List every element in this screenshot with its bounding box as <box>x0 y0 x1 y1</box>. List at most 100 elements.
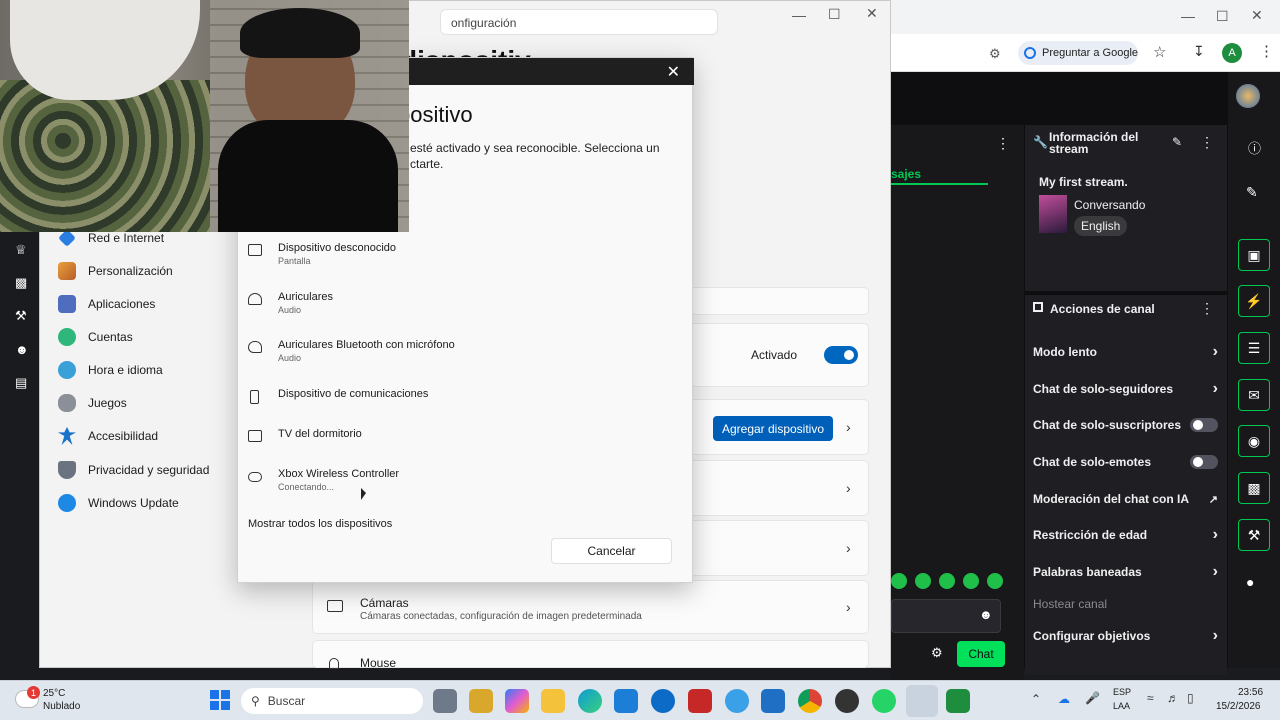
subscribers-only-toggle[interactable] <box>1190 418 1218 432</box>
minimize-icon[interactable]: — <box>1181 8 1195 24</box>
action-slow-mode[interactable]: Modo lento › <box>1033 340 1218 364</box>
device-item[interactable]: Auriculares Bluetooth con micrófono Audi… <box>248 339 678 375</box>
mcafee-icon[interactable] <box>688 689 712 713</box>
pencil-icon[interactable]: ✎ <box>1172 135 1182 149</box>
shapes-icon[interactable]: ● <box>1246 574 1254 590</box>
chat-tab-label[interactable]: sajes <box>891 167 921 181</box>
battery-icon[interactable]: ▯ <box>1187 691 1194 705</box>
gear-icon[interactable]: ⚙ <box>931 645 943 661</box>
star-icon[interactable]: ☆ <box>1153 43 1166 61</box>
weather-app-icon[interactable] <box>725 689 749 713</box>
obs-icon[interactable] <box>835 689 859 713</box>
weather-desc[interactable]: Nublado <box>43 701 80 712</box>
info-icon[interactable]: ⓘ <box>1248 138 1261 157</box>
action-goals[interactable]: Configurar objetivos › <box>1033 624 1218 648</box>
menu-dots-icon[interactable]: ⋮ <box>1259 42 1274 60</box>
device-item[interactable]: TV del dormitorio <box>248 428 678 464</box>
whatsapp-icon[interactable] <box>872 689 896 713</box>
file-explorer-icon[interactable] <box>541 689 565 713</box>
menu-dots-icon[interactable]: ⋮ <box>1200 134 1214 151</box>
action-emotes-only: Chat de solo-emotes <box>1033 450 1218 474</box>
settings-app-icon[interactable] <box>906 685 938 717</box>
close-icon[interactable]: ✕ <box>667 62 680 82</box>
emoji-icon[interactable]: ☻ <box>979 607 993 622</box>
close-icon[interactable]: ✕ <box>866 5 878 22</box>
windows-start-icon[interactable] <box>210 690 230 710</box>
action-age-restriction[interactable]: Restricción de edad › <box>1033 523 1218 547</box>
chevron-right-icon[interactable]: › <box>846 419 851 435</box>
add-device-button[interactable]: Agregar dispositivo <box>713 416 833 441</box>
action-ai-moderation[interactable]: Moderación del chat con IA ↗ <box>1033 487 1218 511</box>
emote-icon[interactable] <box>987 573 1003 589</box>
wrench-icon[interactable]: ⚒ <box>1238 519 1270 551</box>
hp-icon[interactable] <box>651 689 675 713</box>
clock-time[interactable]: 23:56 <box>1238 687 1263 698</box>
key-icon[interactable]: ⚙ <box>989 46 1001 62</box>
taskbar-search-input[interactable]: ⚲ Buscar <box>241 688 423 714</box>
weather-temp[interactable]: 25°C <box>43 688 65 699</box>
store-icon[interactable] <box>614 689 638 713</box>
language-tag[interactable]: English <box>1074 216 1128 236</box>
settings-search-input[interactable]: onfiguración <box>440 9 718 35</box>
action-banned-words[interactable]: Palabras baneadas › <box>1033 560 1218 584</box>
globe-clock-icon <box>58 361 76 379</box>
volume-icon[interactable]: ♬ <box>1167 691 1179 705</box>
webcam-overlay <box>0 0 409 232</box>
device-item[interactable]: Dispositivo desconocido Pantalla <box>248 242 678 278</box>
wifi-icon[interactable]: ≈ <box>1147 691 1154 705</box>
lightning-icon[interactable]: ⚡ <box>1238 285 1270 317</box>
lang-bottom[interactable]: LAA <box>1113 701 1130 711</box>
ask-google-button[interactable]: Preguntar a Google <box>1018 41 1138 65</box>
menu-dots-icon[interactable]: ⋮ <box>996 135 1010 152</box>
avatar[interactable] <box>1236 84 1260 108</box>
wrench-icon[interactable]: ⚒ <box>15 308 27 324</box>
notes-icon[interactable]: ☰ <box>1238 332 1270 364</box>
film-icon[interactable]: ▩ <box>15 275 27 291</box>
lang-top[interactable]: ESP <box>1113 687 1131 697</box>
pencil-icon[interactable]: ✎ <box>1246 184 1258 201</box>
emote-icon[interactable] <box>963 573 979 589</box>
cameras-card[interactable]: Cámaras Cámaras conectadas, configuració… <box>312 580 869 634</box>
game-app-icon[interactable] <box>469 689 493 713</box>
stream-category[interactable]: Conversando <box>1074 198 1145 212</box>
maximize-icon[interactable]: ☐ <box>1216 8 1229 25</box>
bluetooth-toggle[interactable] <box>824 346 858 364</box>
clock-date[interactable]: 15/2/2026 <box>1216 701 1261 712</box>
broadcast-icon[interactable]: ◉ <box>1238 425 1270 457</box>
maximize-icon[interactable]: ☐ <box>828 6 841 23</box>
dialog-description: esté activado y sea reconocible. Selecci… <box>410 141 660 171</box>
chat-bubble-icon[interactable]: ✉ <box>1238 379 1270 411</box>
avatar[interactable]: A <box>1222 43 1242 63</box>
menu-dots-icon[interactable]: ⋮ <box>1200 300 1214 317</box>
device-item[interactable]: Dispositivo de comunicaciones <box>248 388 678 424</box>
cancel-button[interactable]: Cancelar <box>551 538 672 564</box>
device-item[interactable]: Auriculares Audio <box>248 291 678 327</box>
dashboard-icon[interactable]: ▤ <box>15 375 27 391</box>
people-icon[interactable]: ☻ <box>15 342 29 357</box>
clip-icon[interactable]: ▣ <box>1238 239 1270 271</box>
emote-icon[interactable] <box>915 573 931 589</box>
trophy-icon[interactable]: ♕ <box>15 242 27 258</box>
chat-send-button[interactable]: Chat <box>957 641 1005 667</box>
sheets-icon[interactable] <box>946 689 970 713</box>
download-icon[interactable]: ↧ <box>1193 43 1205 60</box>
chevron-up-icon[interactable]: ⌃ <box>1031 692 1041 706</box>
onedrive-icon[interactable]: ☁ <box>1058 692 1070 706</box>
minimize-icon[interactable]: — <box>792 7 806 23</box>
microphone-icon[interactable]: 🎤 <box>1085 691 1100 705</box>
emotes-only-toggle[interactable] <box>1190 455 1218 469</box>
emote-icon[interactable] <box>891 573 907 589</box>
copilot-icon[interactable] <box>505 689 529 713</box>
stream-manager-icon[interactable]: ▩ <box>1238 472 1270 504</box>
mouse-card[interactable]: Mouse <box>312 640 869 670</box>
action-followers-only[interactable]: Chat de solo-seguidores › <box>1033 377 1218 401</box>
device-item[interactable]: Xbox Wireless Controller Conectando... <box>248 468 678 504</box>
close-icon[interactable]: ✕ <box>1251 7 1263 24</box>
chevron-right-icon: › <box>846 599 851 615</box>
emote-icon[interactable] <box>939 573 955 589</box>
task-view-icon[interactable] <box>433 689 457 713</box>
edge-icon[interactable] <box>578 689 602 713</box>
chrome-icon[interactable] <box>798 689 822 713</box>
mail-icon[interactable] <box>761 689 785 713</box>
show-all-devices-link[interactable]: Mostrar todos los dispositivos <box>248 518 392 530</box>
